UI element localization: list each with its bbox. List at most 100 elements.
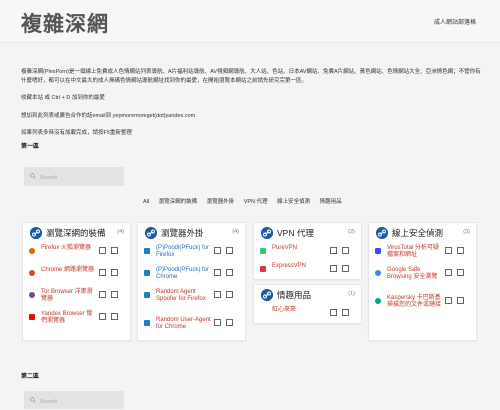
link-icon	[376, 227, 388, 239]
category-card-deepweb-gear: 瀏覽深網的裝備 (4) Firefox 火狐瀏覽器 Chrome 網路瀏覽器 T…	[22, 222, 131, 341]
search-input[interactable]	[38, 169, 124, 186]
category-filters: All 瀏覽深網的裝備 瀏覽器外掛 VPN 代理 線上安全偵測 情趣用品	[143, 197, 350, 205]
list-item[interactable]: ExpressVPN	[260, 263, 350, 283]
select-checkbox[interactable]	[445, 269, 452, 276]
favorite-checkbox[interactable]	[226, 247, 233, 254]
link-icon	[261, 227, 273, 239]
extension-icon	[144, 248, 150, 254]
kaspersky-icon	[375, 298, 381, 304]
link-icon	[145, 227, 157, 239]
bookmark-hint: 收藏本站 或 Ctrl + D 加到你的最愛	[21, 95, 105, 101]
item-link[interactable]: Kaspersky 卡巴斯基 掃描您的文件或鏈接	[387, 295, 443, 309]
category-card-adult-toys: 情趣用品 (1) 紅心來來	[253, 284, 362, 324]
reload-hint: 如果列表多時沒有加載完成，請按F5重新整理	[21, 130, 132, 136]
favorite-checkbox[interactable]	[111, 313, 118, 320]
select-checkbox[interactable]	[214, 247, 221, 254]
card-count: (4)	[232, 229, 239, 235]
item-link[interactable]: PureVPN	[272, 245, 328, 252]
virustotal-icon	[375, 248, 381, 254]
adult-blog-link[interactable]: 成人網站部落格	[434, 17, 476, 26]
card-count: (4)	[117, 229, 124, 235]
favorite-checkbox[interactable]	[111, 247, 118, 254]
favorite-checkbox[interactable]	[457, 297, 464, 304]
google-icon	[375, 270, 381, 276]
favorite-checkbox[interactable]	[111, 291, 118, 298]
favorite-checkbox[interactable]	[342, 247, 349, 254]
favorite-checkbox[interactable]	[111, 269, 118, 276]
extension-icon	[144, 320, 150, 326]
card-title: 線上安全偵測	[392, 228, 444, 238]
list-item[interactable]: VirusTotal 分析可疑檔案和網址	[375, 245, 465, 265]
extension-icon	[144, 292, 150, 298]
item-link[interactable]: Random User-Agent for Chrome	[156, 317, 212, 331]
select-checkbox[interactable]	[330, 309, 337, 316]
filter-browser-addons[interactable]: 瀏覽器外掛	[207, 199, 235, 205]
favorite-checkbox[interactable]	[457, 269, 464, 276]
select-checkbox[interactable]	[99, 291, 106, 298]
search-box-1	[24, 167, 124, 186]
item-link[interactable]: Yandex Browser 俄們瀏覽器	[41, 311, 97, 325]
search-input[interactable]	[38, 393, 124, 410]
category-card-browser-addons: 瀏覽器外掛 (4) (P)Poodl(PFuck) for Firefox (P…	[137, 222, 246, 341]
list-item[interactable]: Firefox 火狐瀏覽器	[29, 245, 119, 265]
list-item[interactable]: Google Safe Browsing 安全瀏覽	[375, 267, 465, 287]
extension-icon	[144, 270, 150, 276]
list-item[interactable]: PureVPN	[260, 245, 350, 265]
card-header: 瀏覽器外掛 (4)	[138, 223, 245, 241]
item-link[interactable]: Tor Browser 洋蔥瀏覽器	[41, 289, 97, 303]
favorite-checkbox[interactable]	[342, 309, 349, 316]
select-checkbox[interactable]	[330, 265, 337, 272]
select-checkbox[interactable]	[330, 247, 337, 254]
favorite-checkbox[interactable]	[226, 269, 233, 276]
list-item[interactable]: (P)Poodl(PFuck) for Chrome	[144, 267, 234, 287]
select-checkbox[interactable]	[99, 313, 106, 320]
favorite-checkbox[interactable]	[342, 265, 349, 272]
select-checkbox[interactable]	[214, 291, 221, 298]
select-checkbox[interactable]	[445, 297, 452, 304]
filter-security[interactable]: 線上安全偵測	[277, 199, 310, 205]
filter-adult-toys[interactable]: 情趣用品	[320, 199, 342, 205]
item-link[interactable]: 紅心來來	[272, 307, 328, 314]
yandex-icon	[29, 314, 35, 320]
item-link[interactable]: Google Safe Browsing 安全瀏覽	[387, 267, 443, 281]
item-link[interactable]: VirusTotal 分析可疑檔案和網址	[387, 245, 443, 259]
chrome-icon	[29, 270, 35, 276]
filter-vpn[interactable]: VPN 代理	[244, 199, 268, 205]
search-icon	[30, 173, 36, 179]
link-icon	[261, 289, 273, 301]
item-link[interactable]: Firefox 火狐瀏覽器	[41, 245, 97, 252]
item-link[interactable]: Chrome 網路瀏覽器	[41, 267, 97, 274]
list-item[interactable]: Random Agent Spoofer for Firefox	[144, 289, 234, 309]
card-count: (2)	[348, 229, 355, 235]
firefox-icon	[29, 248, 35, 254]
select-checkbox[interactable]	[214, 319, 221, 326]
favorite-checkbox[interactable]	[226, 291, 233, 298]
select-checkbox[interactable]	[445, 247, 452, 254]
list-item[interactable]: Chrome 網路瀏覽器	[29, 267, 119, 287]
favorite-checkbox[interactable]	[226, 319, 233, 326]
filter-all[interactable]: All	[143, 199, 149, 205]
favorite-checkbox[interactable]	[457, 247, 464, 254]
list-item[interactable]: Kaspersky 卡巴斯基 掃描您的文件或鏈接	[375, 295, 465, 315]
section-1-title: 第一區	[21, 144, 40, 150]
list-item[interactable]: (P)Poodl(PFuck) for Firefox	[144, 245, 234, 265]
card-header: 瀏覽深網的裝備 (4)	[23, 223, 130, 241]
select-checkbox[interactable]	[99, 247, 106, 254]
list-item[interactable]: 紅心來來	[260, 307, 350, 327]
list-item[interactable]: Yandex Browser 俄們瀏覽器	[29, 311, 119, 331]
filter-deepweb-gear[interactable]: 瀏覽深網的裝備	[159, 199, 198, 205]
category-card-vpn: VPN 代理 (2) PureVPN ExpressVPN	[253, 222, 362, 280]
select-checkbox[interactable]	[214, 269, 221, 276]
item-link[interactable]: (P)Poodl(PFuck) for Chrome	[156, 267, 212, 281]
contact-text: 想加到此列表或廣告合作的話email到 yepmoremoreget(dot)y…	[21, 112, 196, 119]
card-header: 情趣用品 (1)	[254, 285, 361, 303]
select-checkbox[interactable]	[99, 269, 106, 276]
list-item[interactable]: Tor Browser 洋蔥瀏覽器	[29, 289, 119, 309]
item-link[interactable]: Random Agent Spoofer for Firefox	[156, 289, 212, 303]
intro-paragraph: 複雜深網(PlexPorn)是一個線上免費成人色情網站列表導航、A片福利站導航、…	[21, 69, 481, 84]
list-item[interactable]: Random User-Agent for Chrome	[144, 317, 234, 337]
site-logo[interactable]: 複雜深網	[21, 8, 109, 38]
card-count: (3)	[463, 229, 470, 235]
item-link[interactable]: (P)Poodl(PFuck) for Firefox	[156, 245, 212, 259]
item-link[interactable]: ExpressVPN	[272, 263, 328, 270]
